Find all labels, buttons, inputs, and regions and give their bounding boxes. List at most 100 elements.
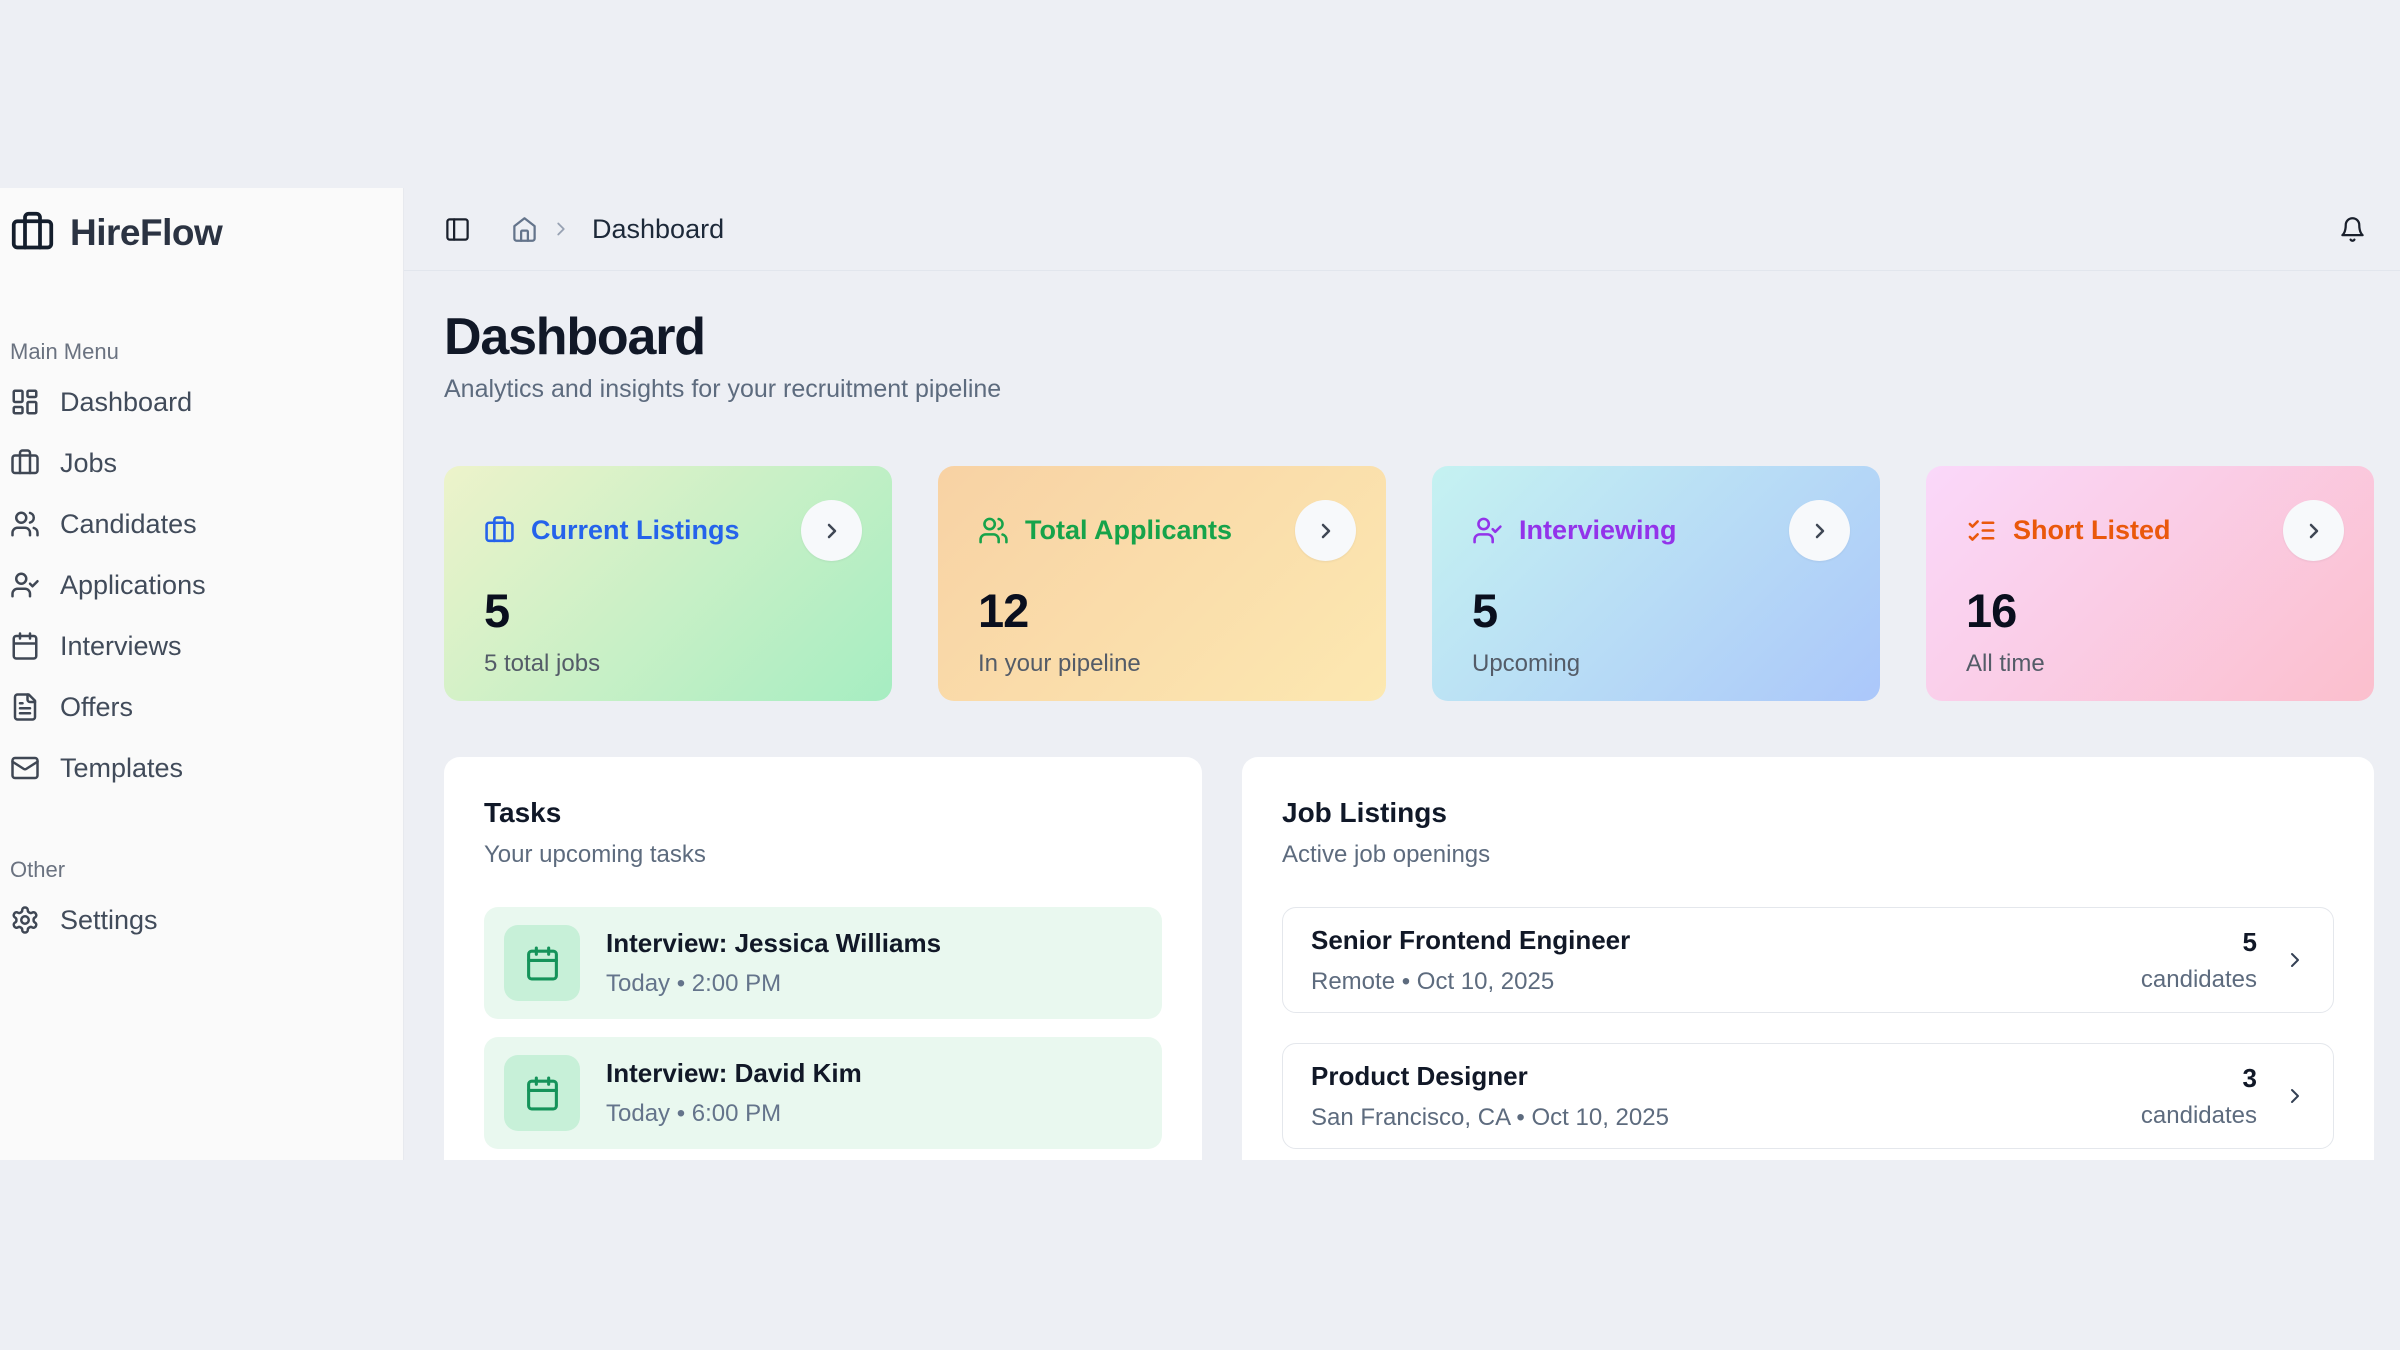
breadcrumb-current: Dashboard: [592, 214, 724, 245]
page-subtitle: Analytics and insights for your recruitm…: [444, 375, 2374, 404]
users-icon: [10, 509, 40, 539]
stat-card-header: Interviewing: [1472, 500, 1850, 561]
stat-card-value: 12: [978, 583, 1356, 638]
sidebar-item-label: Templates: [60, 753, 183, 784]
stat-card-total-applicants[interactable]: Total Applicants 12 In your pipeline: [938, 466, 1386, 701]
topbar-left: Dashboard: [444, 214, 724, 245]
app-logo: HireFlow: [8, 210, 393, 255]
stat-card-sublabel: Upcoming: [1472, 650, 1850, 678]
briefcase-logo-icon: [10, 210, 55, 255]
tasks-title: Tasks: [484, 797, 1162, 829]
stat-card-title-group: Interviewing: [1472, 515, 1677, 546]
task-text-group: Interview: David Kim Today • 6:00 PM: [606, 1058, 862, 1128]
stat-card-short-listed[interactable]: Short Listed 16 All time: [1926, 466, 2374, 701]
task-time: Today • 6:00 PM: [606, 1100, 862, 1128]
stat-card-interviewing[interactable]: Interviewing 5 Upcoming: [1432, 466, 1880, 701]
chevron-right-icon: [1808, 519, 1832, 543]
mail-icon: [10, 753, 40, 783]
job-row-right: 3 candidates: [2141, 1063, 2307, 1130]
gear-icon: [10, 905, 40, 935]
stat-card-row: Current Listings 5 5 total jobs Total Ap…: [444, 466, 2374, 701]
job-text-group: Senior Frontend Engineer Remote • Oct 10…: [1311, 925, 1630, 996]
sidebar-item-offers[interactable]: Offers: [8, 684, 393, 730]
topbar: Dashboard: [404, 188, 2400, 271]
stat-card-label: Total Applicants: [1025, 515, 1232, 546]
stat-card-sublabel: In your pipeline: [978, 650, 1356, 678]
sidebar-item-label: Interviews: [60, 631, 182, 662]
job-row[interactable]: Product Designer San Francisco, CA • Oct…: [1282, 1043, 2334, 1149]
sidebar-item-settings[interactable]: Settings: [8, 897, 393, 943]
breadcrumb: Dashboard: [511, 214, 724, 245]
job-row-right: 5 candidates: [2141, 927, 2307, 994]
page-title: Dashboard: [444, 307, 2374, 367]
stat-card-arrow-button[interactable]: [1295, 500, 1356, 561]
sidebar-toggle-icon[interactable]: [444, 216, 471, 243]
page-content: Dashboard Analytics and insights for you…: [404, 271, 2400, 1160]
job-text-group: Product Designer San Francisco, CA • Oct…: [1311, 1061, 1669, 1132]
chevron-right-icon[interactable]: [2283, 948, 2307, 972]
stat-card-label: Interviewing: [1519, 515, 1677, 546]
sidebar-item-label: Offers: [60, 692, 133, 723]
stat-card-label: Current Listings: [531, 515, 740, 546]
users-icon: [978, 515, 1009, 546]
sidebar-item-label: Candidates: [60, 509, 197, 540]
layout-dashboard-icon: [10, 387, 40, 417]
stat-card-title-group: Total Applicants: [978, 515, 1232, 546]
briefcase-icon: [484, 515, 515, 546]
chevron-right-icon: [1314, 519, 1338, 543]
sidebar-item-templates[interactable]: Templates: [8, 745, 393, 791]
tasks-panel: Tasks Your upcoming tasks Interview: Jes…: [444, 757, 1202, 1160]
task-icon-tile: [504, 1055, 580, 1131]
task-title: Interview: David Kim: [606, 1058, 862, 1089]
user-check-icon: [1472, 515, 1503, 546]
file-text-icon: [10, 692, 40, 722]
stat-card-arrow-button[interactable]: [801, 500, 862, 561]
calendar-icon: [524, 945, 561, 982]
stat-card-value: 5: [484, 583, 862, 638]
sidebar-nav-main: Dashboard Jobs Candidates Applications I…: [8, 379, 393, 791]
chevron-right-icon[interactable]: [2283, 1084, 2307, 1108]
task-item[interactable]: Interview: David Kim Today • 6:00 PM: [484, 1037, 1162, 1149]
sidebar-item-dashboard[interactable]: Dashboard: [8, 379, 393, 425]
sidebar-item-label: Settings: [60, 905, 158, 936]
job-listings-subtitle: Active job openings: [1282, 841, 2334, 869]
sidebar-item-applications[interactable]: Applications: [8, 562, 393, 608]
job-meta: San Francisco, CA • Oct 10, 2025: [1311, 1104, 1669, 1132]
stat-card-value: 16: [1966, 583, 2344, 638]
job-row[interactable]: Senior Frontend Engineer Remote • Oct 10…: [1282, 907, 2334, 1013]
job-count-block: 3 candidates: [2141, 1063, 2257, 1130]
stat-card-header: Current Listings: [484, 500, 862, 561]
job-title: Senior Frontend Engineer: [1311, 925, 1630, 956]
sidebar-nav-other: Settings: [8, 897, 393, 943]
app-window: HireFlow Main Menu Dashboard Jobs Candid…: [0, 188, 2400, 1160]
stat-card-value: 5: [1472, 583, 1850, 638]
home-icon[interactable]: [511, 216, 538, 243]
stat-card-label: Short Listed: [2013, 515, 2171, 546]
task-list: Interview: Jessica Williams Today • 2:00…: [484, 907, 1162, 1149]
bell-icon[interactable]: [2339, 216, 2366, 243]
list-checks-icon: [1966, 515, 1997, 546]
stat-card-arrow-button[interactable]: [2283, 500, 2344, 561]
job-title: Product Designer: [1311, 1061, 1669, 1092]
stat-card-sublabel: All time: [1966, 650, 2344, 678]
briefcase-icon: [10, 448, 40, 478]
sidebar-item-label: Jobs: [60, 448, 117, 479]
sidebar-item-interviews[interactable]: Interviews: [8, 623, 393, 669]
sidebar-item-candidates[interactable]: Candidates: [8, 501, 393, 547]
user-check-icon: [10, 570, 40, 600]
chevron-right-icon: [820, 519, 844, 543]
sidebar: HireFlow Main Menu Dashboard Jobs Candid…: [0, 188, 404, 1160]
job-candidate-count-label: candidates: [2141, 1102, 2257, 1130]
job-candidate-count-label: candidates: [2141, 966, 2257, 994]
stat-card-current-listings[interactable]: Current Listings 5 5 total jobs: [444, 466, 892, 701]
stat-card-arrow-button[interactable]: [1789, 500, 1850, 561]
task-icon-tile: [504, 925, 580, 1001]
sidebar-item-jobs[interactable]: Jobs: [8, 440, 393, 486]
tasks-subtitle: Your upcoming tasks: [484, 841, 1162, 869]
job-candidate-count: 3: [2141, 1063, 2257, 1094]
app-title: HireFlow: [70, 212, 222, 254]
stat-card-header: Short Listed: [1966, 500, 2344, 561]
calendar-icon: [524, 1075, 561, 1112]
stat-card-title-group: Current Listings: [484, 515, 740, 546]
task-item[interactable]: Interview: Jessica Williams Today • 2:00…: [484, 907, 1162, 1019]
